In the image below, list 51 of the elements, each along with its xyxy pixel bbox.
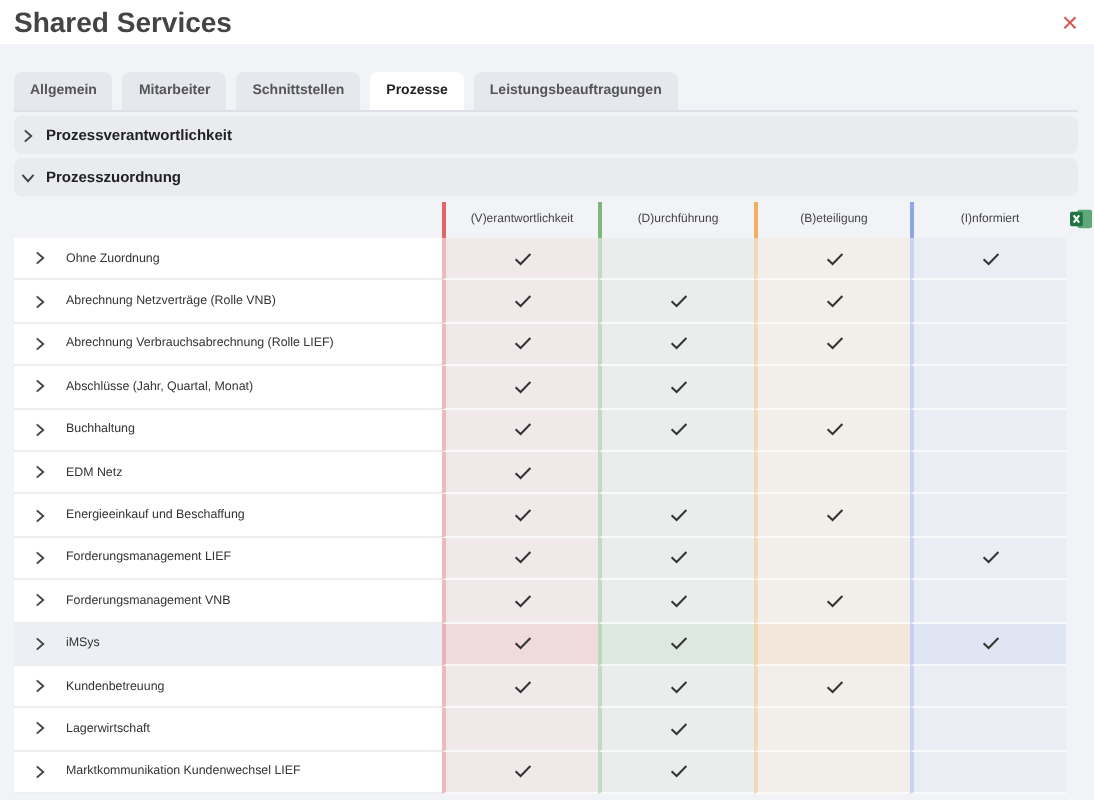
check-icon bbox=[513, 764, 531, 779]
check-icon bbox=[669, 336, 687, 351]
check-icon bbox=[981, 636, 999, 651]
expand-icon[interactable] bbox=[32, 421, 48, 438]
check-icon bbox=[669, 593, 687, 608]
window-title: Shared Services bbox=[14, 6, 232, 38]
expand-icon[interactable] bbox=[32, 464, 48, 481]
expand-icon[interactable] bbox=[32, 507, 48, 524]
expand-icon[interactable] bbox=[32, 763, 48, 780]
chevron-down-icon[interactable] bbox=[20, 169, 36, 185]
expand-icon[interactable] bbox=[32, 293, 48, 310]
expand-icon[interactable] bbox=[32, 592, 48, 609]
check-icon bbox=[669, 764, 687, 779]
expand-icon[interactable] bbox=[32, 720, 48, 737]
expand-icon[interactable] bbox=[32, 635, 48, 652]
check-icon bbox=[513, 465, 531, 480]
check-icon bbox=[513, 508, 531, 523]
check-icon bbox=[669, 379, 687, 394]
check-icon bbox=[669, 679, 687, 694]
check-icon bbox=[825, 508, 843, 523]
expand-icon[interactable] bbox=[32, 678, 48, 695]
check-icon bbox=[513, 550, 531, 565]
check-icon bbox=[825, 679, 843, 694]
close-button[interactable]: × bbox=[1061, 6, 1078, 38]
chevron-right-icon[interactable] bbox=[20, 127, 36, 143]
check-icon bbox=[669, 422, 687, 437]
expand-icon[interactable] bbox=[32, 378, 48, 395]
check-icon bbox=[513, 379, 531, 394]
expand-icon[interactable] bbox=[32, 549, 48, 566]
check-icon bbox=[669, 294, 687, 309]
expand-icon[interactable] bbox=[32, 250, 48, 267]
check-icon bbox=[825, 336, 843, 351]
check-icon bbox=[981, 550, 999, 565]
check-icon bbox=[825, 294, 843, 309]
check-icon bbox=[513, 336, 531, 351]
spreadsheet-export-icon[interactable] bbox=[1070, 208, 1092, 230]
check-icon bbox=[669, 550, 687, 565]
check-icon bbox=[513, 422, 531, 437]
check-icon bbox=[513, 593, 531, 608]
check-icon bbox=[981, 251, 999, 266]
check-icon bbox=[825, 251, 843, 266]
check-icon bbox=[513, 636, 531, 651]
expand-icon[interactable] bbox=[32, 335, 48, 352]
check-icon bbox=[513, 679, 531, 694]
check-icon bbox=[825, 422, 843, 437]
check-icon bbox=[513, 251, 531, 266]
check-icon bbox=[669, 636, 687, 651]
check-icon bbox=[669, 721, 687, 736]
check-icon bbox=[825, 593, 843, 608]
check-icon bbox=[513, 294, 531, 309]
check-icon bbox=[669, 508, 687, 523]
